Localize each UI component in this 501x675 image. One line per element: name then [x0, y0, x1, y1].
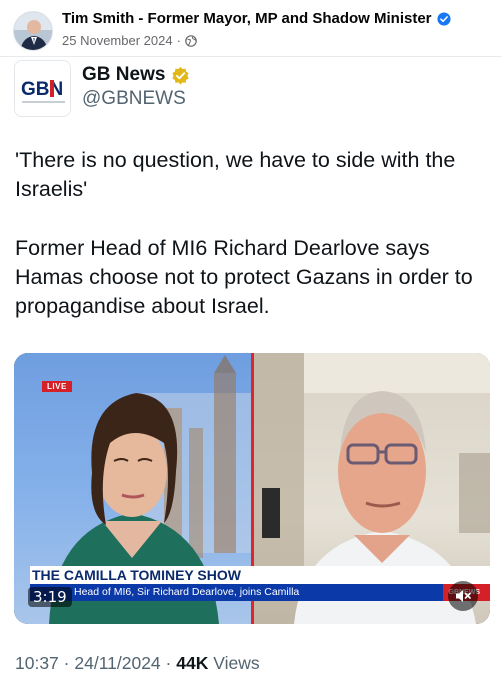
- lower-third-text: Head of MI6, Sir Richard Dearlove, joins…: [74, 586, 300, 598]
- globe-icon[interactable]: [185, 34, 197, 47]
- video-duration: 3:19: [28, 587, 72, 607]
- gold-verified-badge-icon: [172, 66, 190, 85]
- tweet-quote: 'There is no question, we have to side w…: [15, 148, 456, 201]
- logo-text: GBN: [21, 79, 63, 100]
- post-meta: 25 November 2024 ·: [62, 33, 197, 48]
- author-name[interactable]: Tim Smith - Former Mayor, MP and Shadow …: [62, 10, 432, 27]
- post-date[interactable]: 25 November 2024: [62, 33, 173, 48]
- views-label: Views: [213, 653, 260, 673]
- views-count: 44K: [176, 653, 209, 673]
- footer-separator-1: ·: [63, 653, 75, 673]
- gbnews-logo[interactable]: GBN: [14, 60, 71, 117]
- tweet-handle[interactable]: @GBNEWS: [82, 88, 186, 110]
- tweet-body: Former Head of MI6 Richard Dearlove says…: [15, 236, 473, 318]
- verified-badge-icon: [436, 11, 451, 26]
- video-player[interactable]: LIVE THE CAMILLA TOMINEY SHOW Head of MI…: [14, 353, 490, 624]
- tweet-footer: 10:37 · 24/11/2024 · 44K Views: [15, 653, 260, 674]
- live-badge: LIVE: [42, 381, 72, 392]
- embedded-tweet[interactable]: GBN GB News @GBNEWS 'There is no questio…: [0, 56, 501, 675]
- show-title-banner: THE CAMILLA TOMINEY SHOW: [30, 566, 490, 584]
- tweet-date[interactable]: 24/11/2024: [74, 653, 160, 673]
- footer-separator-2: ·: [165, 653, 177, 673]
- author-avatar[interactable]: [13, 11, 53, 51]
- lower-third-caption: Head of MI6, Sir Richard Dearlove, joins…: [30, 584, 490, 601]
- mute-button[interactable]: [448, 581, 478, 611]
- meta-separator: ·: [176, 33, 181, 48]
- muted-speaker-icon: [456, 590, 471, 602]
- tweet-author-name[interactable]: GB News: [82, 64, 165, 86]
- tweet-time[interactable]: 10:37: [15, 653, 59, 673]
- post-header: Tim Smith - Former Mayor, MP and Shadow …: [0, 0, 501, 56]
